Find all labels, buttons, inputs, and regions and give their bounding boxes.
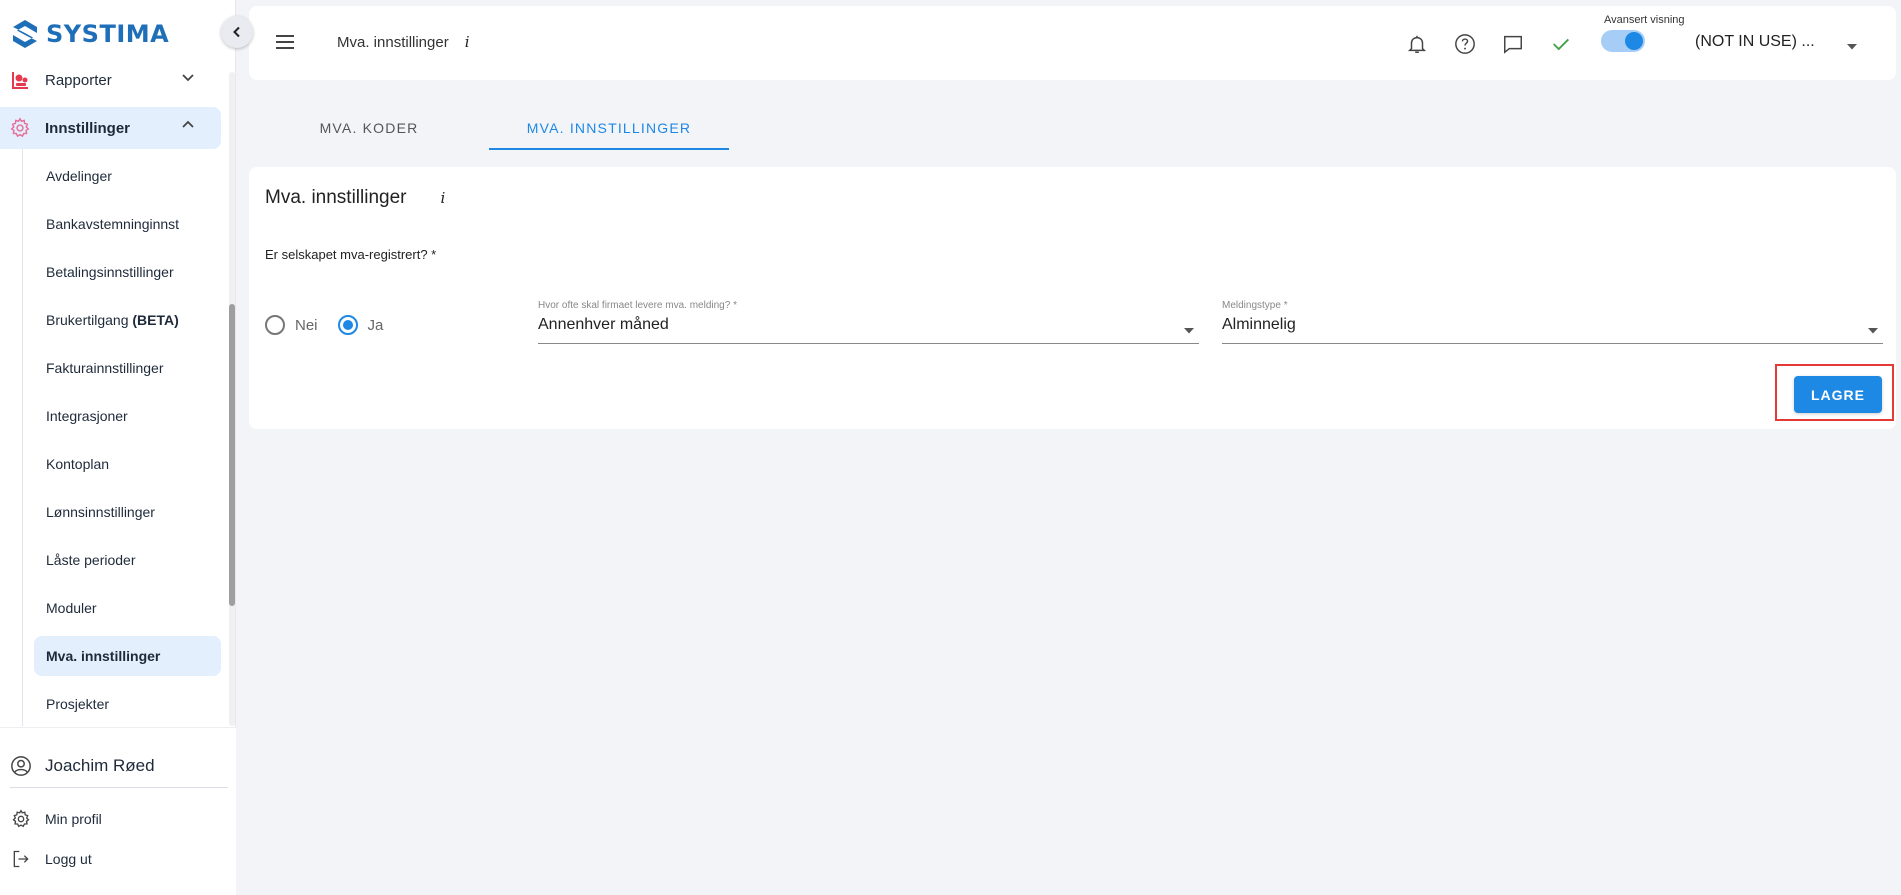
company-selector[interactable]: (NOT IN USE) ... [1695, 33, 1815, 51]
advanced-view-label: Avansert visning [1604, 14, 1685, 26]
breadcrumb: Mva. innstillinger i [337, 33, 470, 51]
submenu-guide-line [22, 148, 23, 726]
radio-label: Nei [295, 316, 318, 334]
user-name: Joachim Røed [45, 756, 155, 775]
subitem-label: Brukertilgang [46, 312, 129, 328]
logg-ut-label: Logg ut [45, 851, 92, 867]
chat-icon[interactable] [1501, 32, 1525, 56]
message-type-select[interactable]: Meldingstype * Alminnelig [1222, 300, 1883, 344]
notification-bell-icon[interactable] [1405, 32, 1429, 56]
logg-ut-link[interactable]: Logg ut [0, 844, 236, 874]
subitem-label: Integrasjoner [46, 408, 128, 424]
sidebar-subitem-bankavstemning[interactable]: Bankavstemninginnst [34, 204, 221, 244]
sidebar-item-label: Rapporter [45, 71, 112, 89]
gear-icon [9, 807, 33, 831]
sidebar-subitem-integrasjoner[interactable]: Integrasjoner [34, 396, 221, 436]
sidebar-subitem-moduler[interactable]: Moduler [34, 588, 221, 628]
menu-icon[interactable] [274, 31, 296, 53]
systima-logo-icon [13, 20, 37, 48]
mva-registered-radio-group: Nei Ja [265, 315, 403, 335]
radio-ja[interactable]: Ja [337, 315, 384, 335]
sidebar-subitem-avdelinger[interactable]: Avdelinger [34, 156, 221, 196]
gear-icon [9, 117, 31, 139]
info-icon[interactable]: i [441, 189, 446, 207]
frequency-label: Hvor ofte skal firmaet levere mva. meldi… [538, 300, 737, 311]
logout-icon [9, 847, 33, 871]
sidebar-scrollbar-thumb[interactable] [229, 304, 235, 606]
radio-circle[interactable] [265, 315, 285, 335]
sidebar-subitem-kontoplan[interactable]: Kontoplan [34, 444, 221, 484]
sidebar-bottom: Joachim Røed Min profil Logg ut [0, 727, 236, 895]
card-title-text: Mva. innstillinger [265, 187, 407, 208]
subitem-label: Betalingsinnstillinger [46, 264, 174, 280]
message-type-value: Alminnelig [1222, 316, 1296, 333]
sidebar-subitem-betalingsinnstillinger[interactable]: Betalingsinnstillinger [34, 252, 221, 292]
checkmark-icon[interactable] [1549, 32, 1573, 56]
subitem-label: Prosjekter [46, 696, 110, 712]
info-icon[interactable]: i [465, 33, 470, 51]
sidebar-item-rapporter[interactable]: Rapporter [0, 59, 221, 101]
chevron-up-icon [181, 118, 195, 136]
card-title: Mva. innstillinger i [265, 187, 445, 209]
subitem-label: Mva. innstillinger [46, 648, 161, 664]
sidebar-subitem-laste-perioder[interactable]: Låste perioder [34, 540, 221, 580]
min-profil-link[interactable]: Min profil [0, 804, 236, 834]
subitem-label: Moduler [46, 600, 97, 616]
breadcrumb-title: Mva. innstillinger [337, 33, 449, 51]
frequency-select[interactable]: Hvor ofte skal firmaet levere mva. meldi… [538, 300, 1199, 344]
save-button[interactable]: LAGRE [1794, 376, 1882, 413]
mva-registered-question: Er selskapet mva-registrert? * [265, 247, 437, 262]
tab-mva-koder[interactable]: MVA. KODER [249, 104, 489, 150]
message-type-label: Meldingstype * [1222, 300, 1288, 311]
chevron-left-icon [233, 26, 240, 38]
sidebar-item-label: Innstillinger [45, 119, 131, 137]
radio-circle[interactable] [337, 315, 358, 335]
min-profil-label: Min profil [45, 811, 102, 827]
tab-mva-innstillinger[interactable]: MVA. INNSTILLINGER [489, 104, 729, 150]
toggle-knob [1625, 32, 1643, 50]
sidebar-item-innstillinger[interactable]: Innstillinger [0, 107, 221, 149]
caret-down-icon [1183, 322, 1195, 340]
sidebar-subitem-prosjekter[interactable]: Prosjekter [34, 684, 221, 724]
sidebar-subitem-fakturainnstillinger[interactable]: Fakturainnstillinger [34, 348, 221, 388]
top-bar: Mva. innstillinger i Avansert visning (N… [249, 6, 1896, 80]
beta-badge: (BETA) [132, 312, 179, 328]
sidebar-subitem-lonnsinnstillinger[interactable]: Lønnsinnstillinger [34, 492, 221, 532]
subitem-label: Fakturainnstillinger [46, 360, 164, 376]
radio-nei[interactable]: Nei [265, 315, 318, 335]
user-circle-icon [9, 754, 33, 778]
mva-settings-card: Mva. innstillinger i Er selskapet mva-re… [249, 167, 1896, 429]
collapse-sidebar-button[interactable] [221, 16, 253, 48]
subitem-label: Avdelinger [46, 168, 112, 184]
advanced-view-toggle[interactable] [1601, 30, 1645, 52]
subitem-label: Låste perioder [46, 552, 136, 568]
caret-down-icon [1867, 322, 1879, 340]
help-icon[interactable] [1453, 32, 1477, 56]
sidebar-scrollbar[interactable] [229, 72, 235, 726]
sidebar-subitem-mva-innstillinger[interactable]: Mva. innstillinger [34, 636, 221, 676]
divider [10, 787, 228, 788]
radio-label: Ja [367, 316, 384, 334]
chevron-down-icon [181, 70, 195, 88]
sidebar: SYSTIMA Rapporter Innstillinger Avdeling… [0, 0, 236, 895]
reports-icon [9, 69, 31, 91]
subitem-label: Bankavstemninginnst [46, 216, 180, 232]
sidebar-subitem-brukertilgang[interactable]: Brukertilgang (BETA) [34, 300, 221, 340]
user-account[interactable]: Joachim Røed [0, 750, 236, 782]
caret-down-icon[interactable] [1846, 38, 1858, 56]
subitem-label: Lønnsinnstillinger [46, 504, 155, 520]
systima-logo[interactable]: SYSTIMA [12, 16, 169, 52]
frequency-value: Annenhver måned [538, 316, 669, 333]
logo-text: SYSTIMA [46, 20, 170, 48]
subitem-label: Kontoplan [46, 456, 110, 472]
